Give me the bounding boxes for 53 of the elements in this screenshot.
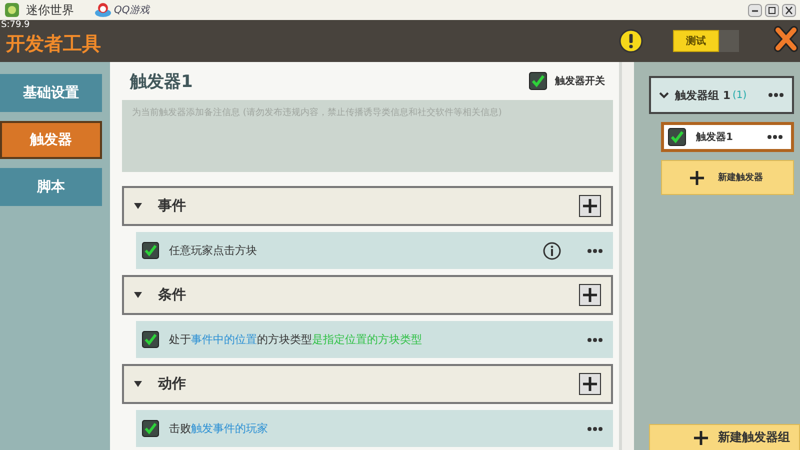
app-icon xyxy=(4,2,20,18)
page-title: 开发者工具 xyxy=(6,32,101,57)
section-header[interactable]: 条件 xyxy=(122,275,613,315)
sidebar-tab[interactable]: 基础设置 xyxy=(0,74,102,112)
rule-row[interactable]: 击败触发事件的玩家 xyxy=(136,410,613,447)
checkbox[interactable] xyxy=(142,331,159,348)
section-title: 事件 xyxy=(158,197,186,215)
more-icon[interactable] xyxy=(587,426,603,432)
close-icon[interactable] xyxy=(782,4,796,16)
sidebar-tab[interactable]: 脚本 xyxy=(0,168,102,206)
rule-text: 处于事件中的位置的方块类型是指定位置的方块类型 xyxy=(169,332,422,347)
toggle-switch[interactable] xyxy=(719,30,739,52)
rule-row[interactable]: 处于事件中的位置的方块类型是指定位置的方块类型 xyxy=(136,321,613,358)
switch-label: 触发器开关 xyxy=(555,74,605,88)
warning-icon[interactable] xyxy=(619,29,643,53)
section-header[interactable]: 动作 xyxy=(122,364,613,404)
new-group-button[interactable]: 新建触发器组 xyxy=(649,424,800,450)
logo-text: QQ游戏 xyxy=(114,4,150,17)
checkbox[interactable] xyxy=(142,420,159,437)
more-icon[interactable] xyxy=(587,336,603,342)
plus-icon[interactable] xyxy=(690,170,704,184)
maximize-icon[interactable] xyxy=(765,4,779,16)
trigger-name: 触发器1 xyxy=(130,70,193,92)
caret-icon[interactable] xyxy=(134,203,142,209)
rule-text: 任意玩家点击方块 xyxy=(169,243,257,258)
group-header[interactable]: 触发器组 1 (1) xyxy=(649,76,794,114)
plus-icon[interactable] xyxy=(694,430,708,444)
caret-icon[interactable] xyxy=(134,381,142,387)
rule-text: 击败触发事件的玩家 xyxy=(169,421,268,436)
new-trigger-button[interactable]: 新建触发器 xyxy=(661,160,794,195)
trigger-label: 触发器1 xyxy=(696,130,733,144)
group-title: 触发器组 1 xyxy=(675,88,730,102)
rule-row[interactable]: 任意玩家点击方块 xyxy=(136,232,613,269)
checkbox[interactable] xyxy=(529,72,547,90)
app-title: 迷你世界 xyxy=(26,2,74,18)
more-icon[interactable] xyxy=(768,92,784,98)
trigger-item[interactable]: 触发器1 xyxy=(661,122,794,152)
info-icon[interactable] xyxy=(543,242,561,260)
group-count: (1) xyxy=(732,90,747,100)
caret-icon[interactable] xyxy=(134,292,142,298)
minimize-icon[interactable] xyxy=(748,4,762,16)
more-icon[interactable] xyxy=(767,134,783,140)
close-icon[interactable] xyxy=(774,26,798,52)
mascot-icon xyxy=(94,2,112,18)
checkbox[interactable] xyxy=(668,128,686,146)
chevron-icon[interactable] xyxy=(659,92,669,98)
test-button[interactable]: 测试 xyxy=(673,30,719,52)
section-header[interactable]: 事件 xyxy=(122,186,613,226)
section-title: 条件 xyxy=(158,286,186,304)
fps-counter: S:79.9 xyxy=(1,20,30,30)
checkbox[interactable] xyxy=(142,242,159,259)
more-icon[interactable] xyxy=(587,248,603,254)
section-title: 动作 xyxy=(158,375,186,393)
